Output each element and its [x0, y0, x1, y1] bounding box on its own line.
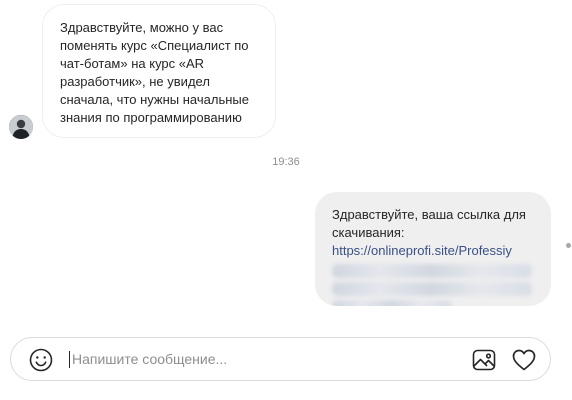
avatar[interactable] — [9, 115, 33, 139]
text-caret — [69, 350, 70, 368]
message-text-line: чат-ботам» на курс «AR — [60, 56, 205, 71]
blurred-link-continuation — [332, 282, 532, 296]
outgoing-message-bubble[interactable]: Здравствуйте, ваша ссылка для скачивания… — [315, 192, 551, 306]
message-text-line: знания по программированию — [60, 110, 242, 125]
message-input-wrapper — [69, 338, 459, 380]
chat-thread: Здравствуйте, можно у вас поменять курс … — [0, 0, 572, 400]
message-text-line: скачивания: — [332, 225, 405, 240]
message-composer — [10, 337, 551, 381]
blurred-link-continuation — [332, 300, 452, 306]
download-link[interactable]: https://onlineprofi.site/Professiy — [332, 242, 536, 260]
message-text-line: поменять курс «Специалист по — [60, 38, 249, 53]
incoming-message-bubble[interactable]: Здравствуйте, можно у вас поменять курс … — [42, 4, 276, 138]
message-text-line: Здравствуйте, можно у вас — [60, 20, 224, 35]
message-text-line: Здравствуйте, ваша ссылка для — [332, 207, 526, 222]
message-text-line: разработчик», не увидел — [60, 74, 210, 89]
message-input[interactable] — [72, 351, 432, 367]
heart-icon[interactable] — [511, 347, 537, 373]
smiley-face-icon[interactable] — [28, 347, 54, 373]
blurred-link-continuation — [332, 264, 532, 278]
message-timestamp: 19:36 — [272, 156, 300, 168]
message-text-line: сначала, что нужны начальные — [60, 92, 249, 107]
scroll-indicator — [566, 243, 571, 248]
image-icon[interactable] — [471, 347, 497, 373]
